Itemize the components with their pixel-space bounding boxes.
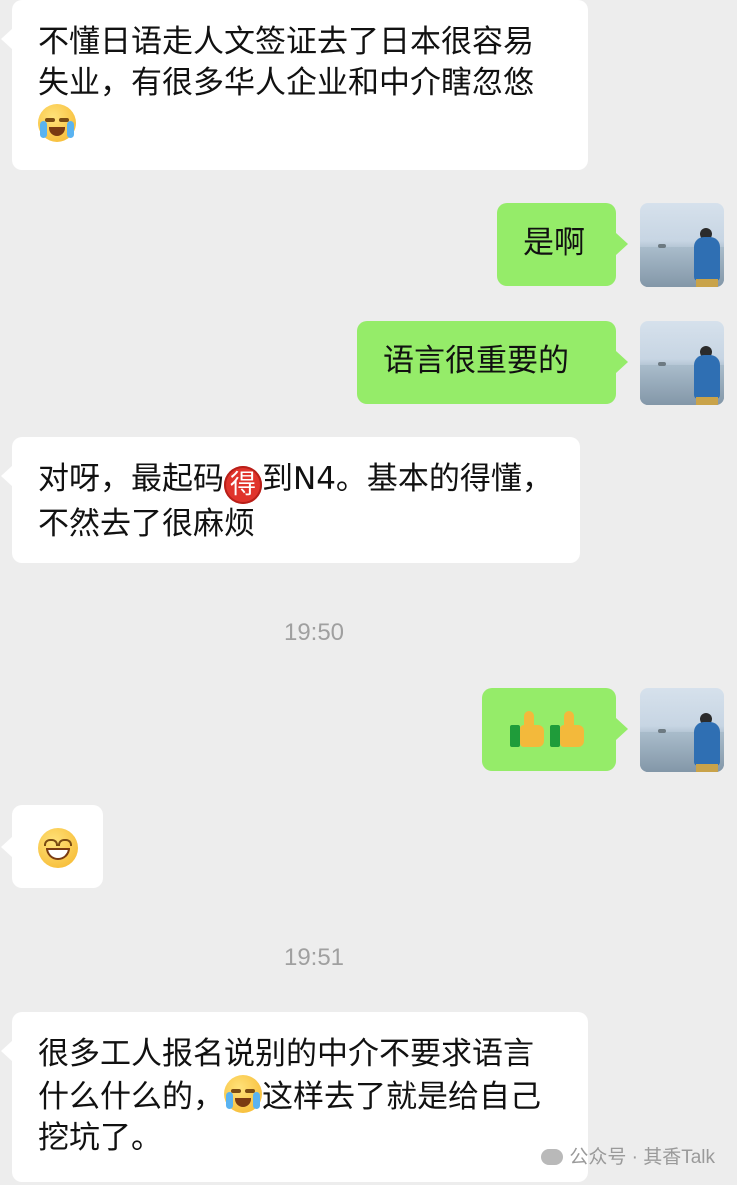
avatar[interactable] [640,688,724,772]
avatar[interactable] [640,321,724,405]
watermark-text: 公众号 · 其香Talk [569,1147,715,1168]
message-text-before: 对呀，最起码 [38,461,224,497]
avatar[interactable] [640,203,724,287]
watermark: 公众号 · 其香Talk [541,1142,715,1169]
message-bubble[interactable]: 是啊 [497,203,616,286]
loudly-crying-face-icon [38,104,76,142]
timestamp: 19:50 [283,619,345,646]
message-text: 是啊 [523,225,585,261]
bubble-tail [616,351,628,373]
wechat-icon [541,1149,564,1165]
de-badge-icon: 得 [224,466,262,504]
message-text: 不懂日语走人文签证去了日本很容易失业，有很多华人企业和中介瞎忽悠 [38,24,534,101]
bubble-tail [616,718,628,740]
message-bubble[interactable]: 很多工人报名说别的中介不要求语言什么什么的， 这样去了就是给自己挖坑了。 [12,1012,588,1182]
message-text: 语言很重要的 [383,343,569,379]
thumbs-up-icon [510,709,548,749]
thumbs-up-icon [550,709,588,749]
timestamp: 19:51 [283,944,345,971]
message-bubble[interactable] [482,688,616,771]
bubble-tail [616,233,628,255]
message-bubble[interactable]: 对呀，最起码得到N4。基本的得懂，不然去了很麻烦 [12,437,580,563]
message-bubble[interactable]: 不懂日语走人文签证去了日本很容易失业，有很多华人企业和中介瞎忽悠 [12,0,588,170]
grinning-squinting-face-icon [38,828,78,868]
message-bubble[interactable]: 语言很重要的 [357,321,616,404]
loudly-crying-face-icon [224,1075,262,1113]
